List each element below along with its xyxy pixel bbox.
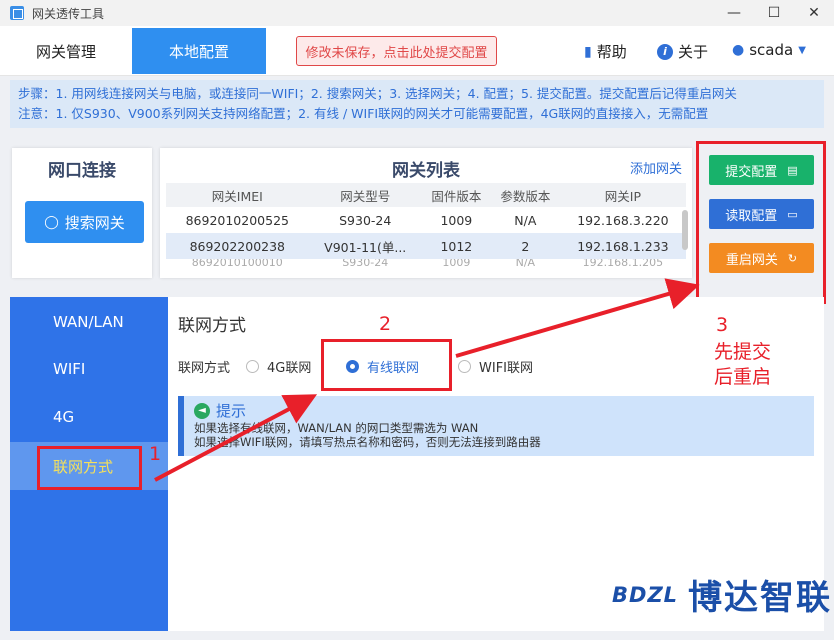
tab-local-config[interactable]: 本地配置 [132, 28, 266, 74]
restart-gateway-label: 重启网关 [725, 252, 778, 268]
instruction-notice: 步骤：1. 用网线连接网关与电脑，或连接同一WIFI；2. 搜索网关；3. 选择… [10, 80, 824, 128]
help-link[interactable]: ▮ 帮助 [584, 41, 627, 62]
radio-label: WIFI联网 [479, 361, 533, 376]
search-gateway-label: 搜索网关 [64, 213, 125, 232]
radio-4g[interactable]: 4G联网 [246, 357, 311, 376]
annotation-number-3: 3 [716, 314, 729, 336]
submit-config-button[interactable]: 提交配置 ▤ [709, 155, 814, 185]
app-icon [10, 6, 24, 20]
tip-title: 提示 [216, 402, 247, 420]
search-icon: ◯ [44, 214, 59, 230]
cell-ip: 192.168.3.220 [577, 212, 669, 228]
add-gateway-link[interactable]: 添加网关 [630, 158, 682, 177]
gateway-table: 网关IMEI 网关型号 固件版本 参数版本 网关IP 8692010200525… [166, 183, 686, 267]
port-card-title: 网口连接 [48, 161, 116, 181]
title-bar: 网关透传工具 — ☐ ✕ [0, 0, 834, 26]
table-row[interactable]: 8692010200525 S930-24 1009 N/A 192.168.3… [166, 207, 686, 233]
logo-text: 博达智联 [688, 578, 833, 618]
tip-box: ◄ 提示 如果选择有线联网，WAN/LAN 的网口类型需选为 WAN 如果选择W… [178, 396, 814, 456]
radio-circle-icon [246, 360, 259, 373]
submit-config-label: 提交配置 [725, 164, 778, 180]
tip-line-1: 如果选择有线联网，WAN/LAN 的网口类型需选为 WAN [194, 421, 479, 435]
close-button[interactable]: ✕ [794, 0, 834, 26]
network-mode-label: 联网方式 [178, 361, 231, 376]
cell-firmware: 1009 [442, 259, 471, 267]
refresh-icon: ↻ [787, 251, 798, 265]
about-link[interactable]: i 关于 [657, 41, 708, 62]
annotation-note: 先提交 后重启 [714, 340, 771, 390]
column-header: 网关IP [559, 183, 686, 207]
steps-text: 步骤：1. 用网线连接网关与电脑，或连接同一WIFI；2. 搜索网关；3. 选择… [18, 86, 737, 101]
column-header: 固件版本 [421, 183, 491, 207]
megaphone-icon: ◄ [194, 402, 210, 419]
tab-gateway-management[interactable]: 网关管理 [0, 28, 132, 74]
annotation-note-line-2: 后重启 [714, 366, 772, 388]
read-config-button[interactable]: 读取配置 ▭ [709, 199, 814, 229]
radio-label: 4G联网 [267, 361, 312, 376]
sidebar-item-4g[interactable]: 4G [10, 393, 168, 441]
cell-firmware: 1009 [440, 212, 473, 228]
annotation-number-2: 2 [379, 313, 392, 335]
logo-mark: BDZL [612, 582, 679, 607]
highlight-box-sidebar [37, 446, 142, 490]
cell-imei: 8692010100010 [191, 259, 283, 267]
radio-wifi[interactable]: WIFI联网 [458, 357, 533, 376]
section-title: 联网方式 [178, 316, 246, 336]
user-icon: ● [732, 42, 745, 58]
about-label: 关于 [678, 43, 709, 61]
user-name: scada [749, 41, 794, 59]
radio-circle-icon [458, 360, 471, 373]
window-title: 网关透传工具 [32, 6, 105, 21]
column-header: 参数版本 [490, 183, 560, 207]
cell-ip: 192.168.1.205 [582, 259, 664, 267]
annotation-number-1: 1 [149, 443, 162, 465]
cell-model: S930-24 [342, 259, 389, 267]
cell-param-version: N/A [514, 212, 537, 228]
column-header: 网关IMEI [166, 183, 309, 207]
table-row[interactable]: 869202200238 V901-11(单... 1012 2 192.168… [166, 233, 686, 259]
gateway-list-title: 网关列表 [392, 161, 460, 181]
restart-gateway-button[interactable]: 重启网关 ↻ [709, 243, 814, 273]
book-icon: ▮ [584, 43, 592, 60]
maximize-button[interactable]: ☐ [754, 0, 794, 26]
header: 网关管理 本地配置 修改未保存，点击此处提交配置 ▮ 帮助 i 关于 ● sca… [0, 26, 834, 76]
folder-icon: ▭ [787, 207, 798, 221]
sidebar-item-wifi[interactable]: WIFI [10, 345, 168, 393]
save-icon: ▤ [787, 163, 798, 177]
column-header: 网关型号 [308, 183, 422, 207]
cell-param-version: N/A [515, 259, 536, 267]
cell-model: S930-24 [339, 212, 392, 228]
cell-imei: 8692010200525 [185, 212, 289, 228]
chevron-down-icon: ▼ [798, 44, 806, 56]
brand-logo: BDZL 博达智联 [612, 570, 832, 619]
port-connection-card: 网口连接 ◯ 搜索网关 [12, 148, 152, 278]
cell-ip: 192.168.1.233 [559, 233, 686, 259]
sidebar-item-wan-lan[interactable]: WAN/LAN [10, 298, 168, 346]
gateway-list-card: 网关列表 添加网关 网关IMEI 网关型号 固件版本 参数版本 网关IP 869… [160, 148, 692, 278]
minimize-button[interactable]: — [714, 0, 754, 26]
help-label: 帮助 [596, 43, 627, 61]
cell-param-version: 2 [490, 233, 560, 259]
cell-imei: 869202200238 [166, 233, 309, 259]
table-row[interactable]: 8692010100010 S930-24 1009 N/A 192.168.1… [166, 259, 686, 267]
search-gateway-button[interactable]: ◯ 搜索网关 [25, 201, 144, 243]
table-scrollbar[interactable] [682, 210, 688, 250]
tip-line-2: 如果选择WIFI联网，请填写热点名称和密码，否则无法连接到路由器 [194, 435, 541, 449]
read-config-label: 读取配置 [725, 208, 778, 224]
cell-model: V901-11(单... [308, 233, 422, 259]
user-menu[interactable]: ● scada ▼ [732, 41, 806, 59]
annotation-note-line-1: 先提交 [714, 341, 772, 363]
note-text: 注意：1. 仅S930、V900系列网关支持网络配置；2. 有线 / WIFI联… [18, 106, 709, 121]
cell-firmware: 1012 [421, 233, 491, 259]
unsaved-notice-button[interactable]: 修改未保存，点击此处提交配置 [296, 36, 497, 66]
info-icon: i [657, 43, 673, 60]
actions-highlight-box: 提交配置 ▤ 读取配置 ▭ 重启网关 ↻ [696, 141, 826, 304]
highlight-box-wired [321, 339, 452, 391]
